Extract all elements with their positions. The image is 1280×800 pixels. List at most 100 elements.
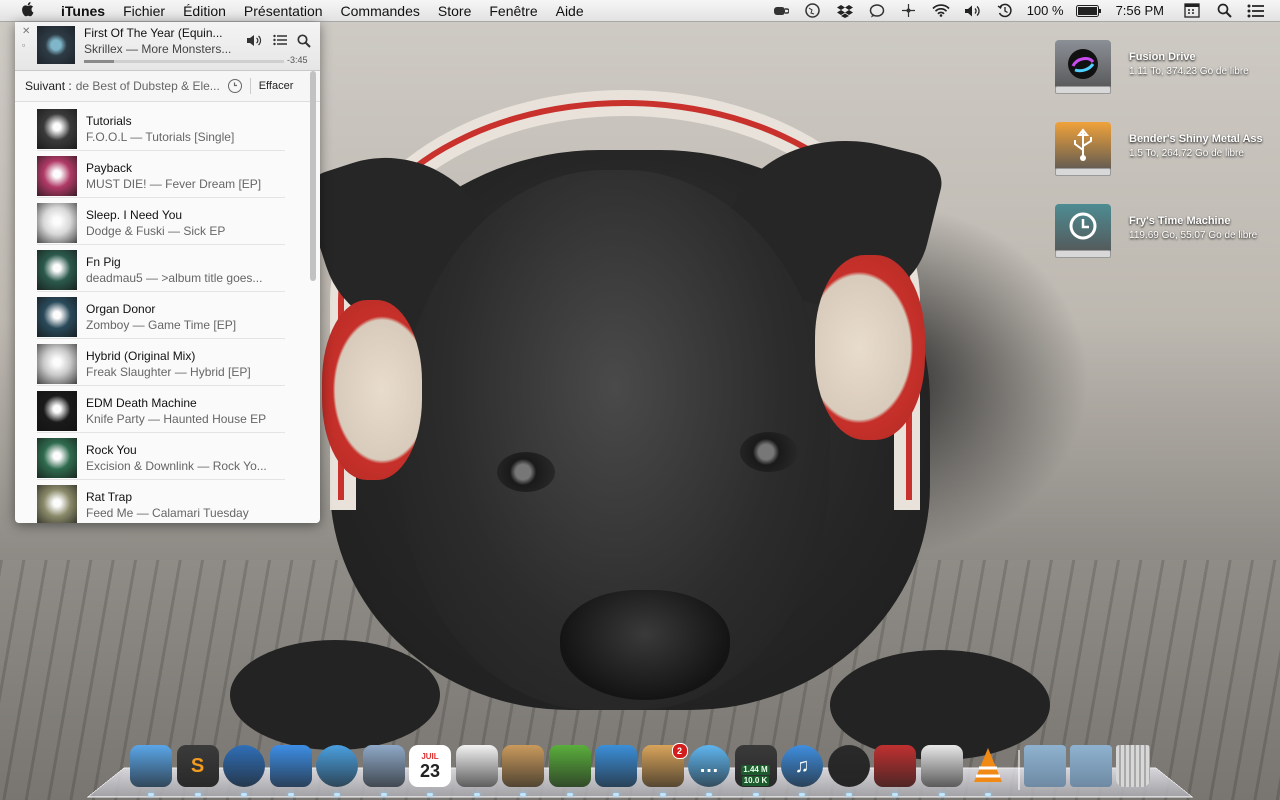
network-upload-rate: 1.44 M bbox=[741, 765, 770, 775]
camera-icon[interactable] bbox=[827, 745, 870, 787]
contacts-icon[interactable] bbox=[502, 745, 544, 787]
up-next-list-icon[interactable] bbox=[271, 34, 289, 50]
menu-itunes[interactable]: iTunes bbox=[52, 3, 114, 19]
close-icon[interactable]: ✕ bbox=[22, 26, 30, 37]
trash-icon[interactable] bbox=[1116, 745, 1150, 787]
track-title: Tutorials bbox=[86, 114, 132, 128]
time-machine-icon[interactable] bbox=[995, 3, 1015, 19]
clear-button[interactable]: Effacer bbox=[259, 80, 294, 92]
battery-icon[interactable] bbox=[1075, 3, 1102, 19]
vlc-icon[interactable] bbox=[967, 745, 1009, 787]
history-clock-icon[interactable] bbox=[227, 79, 242, 93]
track-title: Organ Donor bbox=[86, 302, 156, 316]
itunes-icon[interactable]: ♫ bbox=[781, 745, 823, 787]
move-arrows-icon[interactable] bbox=[899, 3, 919, 19]
globe-icon[interactable] bbox=[803, 3, 823, 19]
network-monitor-icon[interactable]: 1.44 M 10.0 K bbox=[734, 745, 777, 787]
joystick-icon[interactable] bbox=[874, 745, 916, 787]
menu-edition[interactable]: Édition bbox=[174, 3, 235, 19]
downloads-folder-icon[interactable] bbox=[1070, 745, 1112, 787]
desktop-drive[interactable]: Fry's Time Machine 119.69 Go, 55.07 Go de… bbox=[1053, 198, 1273, 268]
caffeine-cup-icon[interactable] bbox=[771, 3, 791, 19]
notification-badge: 2 bbox=[671, 743, 688, 759]
track-title: Sleep. I Need You bbox=[86, 208, 183, 222]
preview-icon[interactable] bbox=[920, 745, 963, 787]
now-playing-artwork[interactable] bbox=[37, 26, 75, 64]
track-row[interactable]: Payback MUST DIE! — Fever Dream [EP] bbox=[15, 152, 307, 198]
reminders-icon[interactable] bbox=[455, 745, 498, 787]
dropbox-icon[interactable] bbox=[835, 3, 855, 19]
track-row[interactable]: Sleep. I Need You Dodge & Fuski — Sick EP bbox=[15, 199, 307, 245]
track-row[interactable]: Tutorials F.O.O.L — Tutorials [Single] bbox=[15, 105, 307, 151]
wifi-icon[interactable] bbox=[931, 3, 951, 19]
calendar-widget-icon[interactable] bbox=[1182, 3, 1202, 19]
full-player-toggle-icon[interactable]: ▫ bbox=[22, 40, 25, 50]
messages-icon[interactable]: … bbox=[688, 745, 730, 787]
track-row[interactable]: Rat Trap Feed Me — Calamari Tuesday bbox=[15, 481, 307, 523]
drive-name: Bender's Shiny Metal Ass bbox=[1129, 133, 1263, 145]
track-row[interactable]: EDM Death Machine Knife Party — Haunted H… bbox=[15, 387, 307, 433]
track-artist-album: F.O.O.L — Tutorials [Single] bbox=[86, 130, 235, 144]
running-indicator bbox=[892, 793, 898, 796]
track-row[interactable]: Fn Pig deadmau5 — >album title goes... bbox=[15, 246, 307, 292]
app-store-icon[interactable] bbox=[269, 745, 312, 787]
running-indicator bbox=[566, 793, 573, 796]
running-indicator bbox=[845, 793, 852, 796]
up-next-source: de Best of Dubstep & Ele... bbox=[75, 79, 220, 93]
track-row[interactable]: Rock You Excision & Downlink — Rock Yo... bbox=[15, 434, 307, 480]
track-artwork bbox=[37, 438, 77, 478]
drive-face bbox=[1055, 204, 1111, 256]
track-title: Rat Trap bbox=[86, 490, 133, 504]
menu-fenetre[interactable]: Fenêtre bbox=[480, 3, 546, 19]
menu-fichier[interactable]: Fichier bbox=[114, 3, 174, 19]
package-icon[interactable]: 2 bbox=[641, 743, 688, 787]
running-indicator bbox=[380, 793, 387, 796]
spotlight-search-icon[interactable] bbox=[1214, 3, 1234, 19]
wallpaper-dog-nose bbox=[560, 590, 730, 700]
chat-bubble-icon[interactable] bbox=[867, 3, 887, 19]
desktop-drive[interactable]: Fusion Drive 1.11 To, 374.23 Go de libre bbox=[1053, 34, 1273, 104]
volume-icon[interactable] bbox=[963, 3, 983, 19]
desktop-drive[interactable]: Bender's Shiny Metal Ass 1.5 To, 264.72 G… bbox=[1053, 116, 1273, 186]
running-indicator bbox=[427, 793, 433, 796]
menu-aide[interactable]: Aide bbox=[547, 3, 593, 19]
up-next-label: Suivant : bbox=[25, 79, 72, 93]
stamp-icon[interactable] bbox=[362, 745, 405, 787]
safari-icon[interactable] bbox=[316, 745, 358, 787]
apple-menu-icon[interactable] bbox=[18, 1, 38, 21]
running-indicator bbox=[241, 793, 247, 796]
menu-clock[interactable]: 7:56 PM bbox=[1116, 3, 1164, 18]
list-scrollbar[interactable] bbox=[310, 71, 316, 281]
drive-face bbox=[1055, 122, 1111, 174]
calendar-month: JUIL bbox=[421, 751, 439, 761]
applications-folder-icon[interactable] bbox=[1024, 745, 1066, 787]
menu-commandes[interactable]: Commandes bbox=[332, 3, 429, 19]
onepassword-icon[interactable] bbox=[223, 745, 265, 787]
row-divider bbox=[37, 385, 285, 386]
track-row[interactable]: Organ Donor Zomboy — Game Time [EP] bbox=[15, 293, 307, 339]
running-indicator bbox=[706, 793, 712, 796]
track-row[interactable]: Hybrid (Original Mix) Freak Slaughter — H… bbox=[15, 340, 307, 386]
row-divider bbox=[37, 244, 285, 245]
row-divider bbox=[37, 338, 285, 339]
playback-progress-bar[interactable] bbox=[84, 60, 284, 63]
battery-percent[interactable]: 100 % bbox=[1027, 3, 1064, 18]
calendar-icon[interactable]: JUIL 23 bbox=[409, 745, 451, 787]
sublime-icon[interactable]: S bbox=[176, 745, 219, 787]
drive-face bbox=[1055, 40, 1111, 92]
menu-store[interactable]: Store bbox=[429, 3, 480, 19]
evernote-icon[interactable] bbox=[548, 745, 591, 787]
notification-center-icon[interactable] bbox=[1246, 3, 1266, 19]
volume-button-icon[interactable] bbox=[245, 34, 263, 50]
menu-bar: iTunes Fichier Édition Présentation Comm… bbox=[0, 0, 1280, 22]
track-artist-album: deadmau5 — >album title goes... bbox=[86, 271, 263, 285]
search-icon[interactable] bbox=[295, 34, 313, 50]
playback-progress-fill bbox=[84, 60, 114, 63]
now-playing-bar: ✕ ▫ First Of The Year (Equin... Skrillex… bbox=[15, 22, 320, 71]
drive-base bbox=[1055, 168, 1111, 176]
finder-icon[interactable] bbox=[130, 745, 172, 787]
menu-presentation[interactable]: Présentation bbox=[235, 3, 332, 19]
drive-name: Fry's Time Machine bbox=[1129, 215, 1231, 227]
tweetbot-icon[interactable] bbox=[595, 745, 637, 787]
running-indicator bbox=[520, 793, 526, 796]
